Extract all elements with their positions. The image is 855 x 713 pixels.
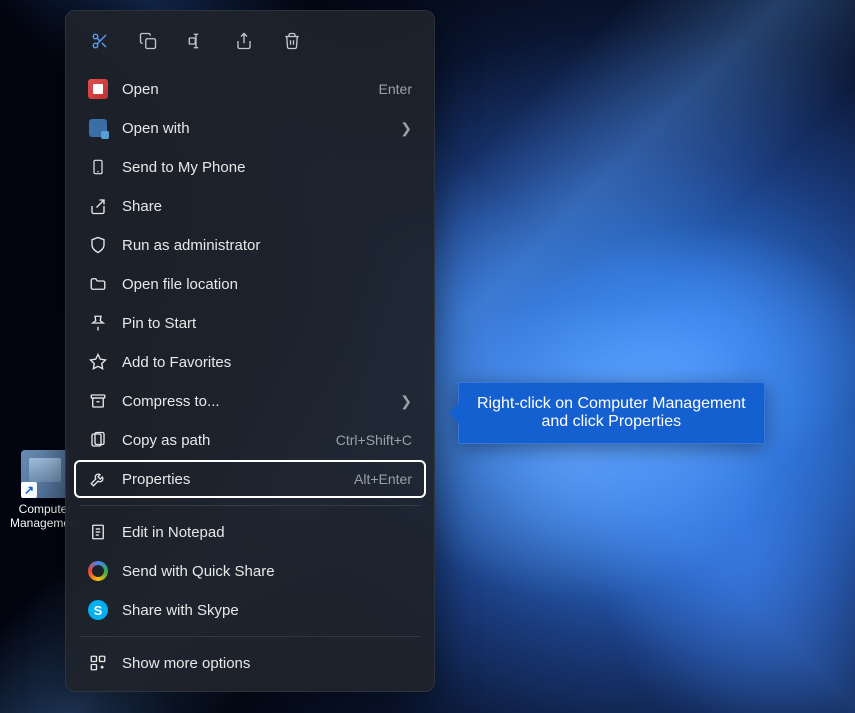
menu-pin-start[interactable]: Pin to Start — [74, 304, 426, 342]
menu-open-location[interactable]: Open file location — [74, 265, 426, 303]
wrench-icon — [88, 469, 108, 489]
menu-copy-path[interactable]: Copy as path Ctrl+Shift+C — [74, 421, 426, 459]
menu-skype[interactable]: S Share with Skype — [74, 591, 426, 629]
context-menu: Open Enter Open with ❯ Send to My Phone … — [65, 10, 435, 692]
menu-more-options[interactable]: Show more options — [74, 644, 426, 682]
menu-run-admin[interactable]: Run as administrator — [74, 226, 426, 264]
menu-quickshare-label: Send with Quick Share — [122, 563, 412, 580]
tooltip-line1: Right-click on Computer Management — [477, 395, 746, 412]
menu-send-phone-label: Send to My Phone — [122, 159, 412, 176]
chevron-right-icon: ❯ — [400, 120, 412, 137]
scissors-icon — [91, 32, 109, 50]
folder-icon — [88, 274, 108, 294]
menu-run-admin-label: Run as administrator — [122, 237, 412, 254]
star-icon — [88, 352, 108, 372]
share-toolbar-button[interactable] — [226, 25, 262, 57]
quickshare-icon — [88, 561, 108, 581]
archive-icon — [88, 391, 108, 411]
trash-icon — [283, 32, 301, 50]
menu-open[interactable]: Open Enter — [74, 70, 426, 108]
shield-icon — [88, 235, 108, 255]
cut-button[interactable] — [82, 25, 118, 57]
menu-open-label: Open — [122, 81, 379, 98]
menu-notepad-label: Edit in Notepad — [122, 524, 412, 541]
open-app-icon — [88, 79, 108, 99]
menu-properties[interactable]: Properties Alt+Enter — [74, 460, 426, 498]
phone-icon — [88, 157, 108, 177]
delete-button[interactable] — [274, 25, 310, 57]
menu-divider — [80, 505, 420, 506]
tooltip-line2: and click Properties — [541, 413, 681, 430]
menu-quick-share[interactable]: Send with Quick Share — [74, 552, 426, 590]
rename-button[interactable] — [178, 25, 214, 57]
share-arrow-icon — [88, 196, 108, 216]
copy-icon — [139, 32, 157, 50]
menu-skype-label: Share with Skype — [122, 602, 412, 619]
menu-divider — [80, 636, 420, 637]
menu-copy-path-label: Copy as path — [122, 432, 336, 449]
computer-management-icon: ↗ — [21, 450, 69, 498]
menu-open-with[interactable]: Open with ❯ — [74, 109, 426, 147]
copy-button[interactable] — [130, 25, 166, 57]
menu-add-favorites[interactable]: Add to Favorites — [74, 343, 426, 381]
menu-share[interactable]: Share — [74, 187, 426, 225]
skype-icon: S — [88, 600, 108, 620]
more-icon — [88, 653, 108, 673]
share-icon — [235, 32, 253, 50]
chevron-right-icon: ❯ — [400, 393, 412, 410]
menu-more-label: Show more options — [122, 655, 412, 672]
menu-properties-shortcut: Alt+Enter — [354, 471, 412, 487]
shortcut-arrow-icon: ↗ — [21, 482, 37, 498]
notepad-icon — [88, 522, 108, 542]
rename-icon — [187, 32, 205, 50]
instruction-tooltip: Right-click on Computer Management and c… — [458, 382, 765, 444]
menu-add-fav-label: Add to Favorites — [122, 354, 412, 371]
open-with-icon — [88, 118, 108, 138]
menu-compress[interactable]: Compress to... ❯ — [74, 382, 426, 420]
menu-compress-label: Compress to... — [122, 393, 392, 410]
menu-send-phone[interactable]: Send to My Phone — [74, 148, 426, 186]
context-toolbar — [72, 17, 428, 67]
menu-properties-label: Properties — [122, 471, 354, 488]
copy-path-icon — [88, 430, 108, 450]
menu-edit-notepad[interactable]: Edit in Notepad — [74, 513, 426, 551]
menu-open-location-label: Open file location — [122, 276, 412, 293]
pin-icon — [88, 313, 108, 333]
menu-copy-path-shortcut: Ctrl+Shift+C — [336, 432, 412, 448]
menu-open-with-label: Open with — [122, 120, 392, 137]
menu-share-label: Share — [122, 198, 412, 215]
menu-open-shortcut: Enter — [379, 81, 412, 97]
menu-pin-start-label: Pin to Start — [122, 315, 412, 332]
